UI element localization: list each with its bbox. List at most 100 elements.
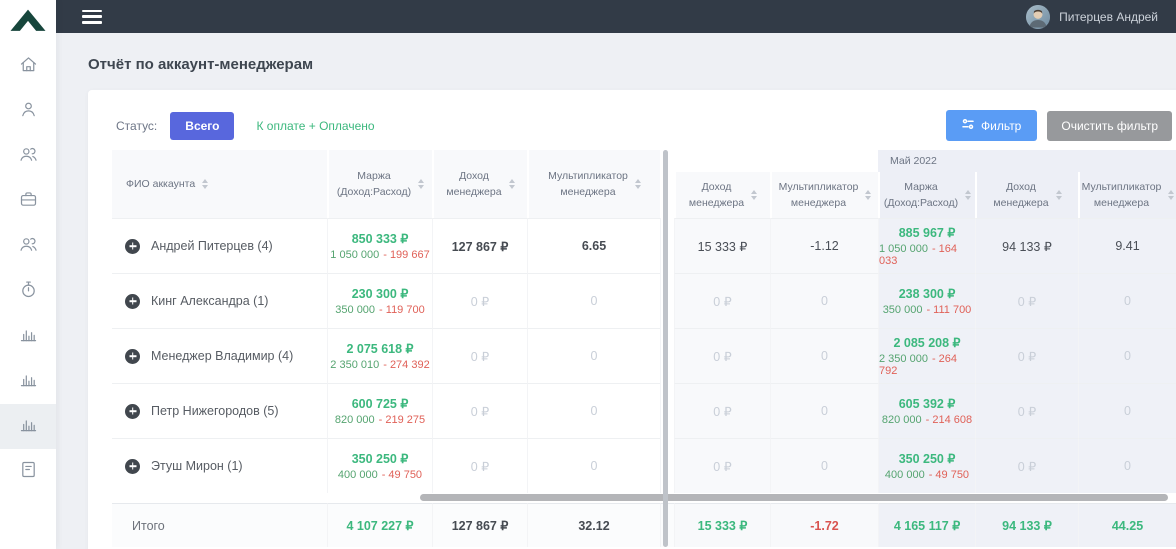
sort-icon <box>635 179 641 189</box>
may-multiplier-cell: 0 <box>1078 273 1176 328</box>
prev-multiplier-cell: 0 <box>770 328 878 383</box>
may-margin-cell: 238 300 ₽ 350 000- 111 700 <box>878 273 975 328</box>
total-margin-cell: 4 107 227 ₽ <box>327 503 432 547</box>
expand-row-button[interactable] <box>125 294 140 309</box>
sidebar-item-time-tracking[interactable] <box>0 269 56 314</box>
margin-cell: 850 333 ₽ 1 050 000- 199 667 <box>327 218 432 273</box>
column-header-may-income[interactable]: Доходменеджера <box>975 172 1078 218</box>
page-title: Отчёт по аккаунт-менеджерам <box>88 56 1176 73</box>
prev-multiplier-cell: 0 <box>770 383 878 438</box>
may-income-cell: 0 ₽ <box>975 383 1078 438</box>
table-header: ФИО аккаунта Маржа(Доход:Расход) Доходме… <box>112 150 1176 218</box>
prev-multiplier-cell: 0 <box>770 273 878 328</box>
account-name-cell: Петр Нижегородов (5) <box>112 383 327 438</box>
may-margin-cell: 2 085 208 ₽ 2 350 000- 264 792 <box>878 328 975 383</box>
sidebar-item-users[interactable] <box>0 134 56 179</box>
may-multiplier-cell: 9.41 <box>1078 218 1176 273</box>
report-table: ФИО аккаунта Маржа(Доход:Расход) Доходме… <box>112 150 1176 547</box>
column-header-fio[interactable]: ФИО аккаунта <box>112 150 327 218</box>
sidebar-item-report-2[interactable] <box>0 359 56 404</box>
bar-chart-icon <box>18 414 39 440</box>
sidebar <box>0 0 56 549</box>
expand-row-button[interactable] <box>125 404 140 419</box>
bar-chart-icon <box>18 369 39 395</box>
sort-icon <box>509 179 515 189</box>
bar-chart-icon <box>18 324 39 350</box>
margin-cell: 350 250 ₽ 400 000- 49 750 <box>327 438 432 493</box>
sort-icon <box>751 190 757 200</box>
column-header-multiplier[interactable]: Мультипликаторменеджера <box>527 150 660 218</box>
multiplier-cell: 0 <box>527 438 660 493</box>
frozen-columns-divider <box>663 150 668 547</box>
table-row: Петр Нижегородов (5) 600 725 ₽ 820 000- … <box>112 383 1176 438</box>
sidebar-item-notes[interactable] <box>0 449 56 494</box>
sidebar-item-report-managers[interactable] <box>0 404 56 449</box>
multiplier-cell: 0 <box>527 273 660 328</box>
expand-row-button[interactable] <box>125 349 140 364</box>
sort-icon <box>865 190 871 200</box>
expand-row-button[interactable] <box>125 239 140 254</box>
column-header-income[interactable]: Доходменеджера <box>432 150 527 218</box>
column-header-prev-multiplier[interactable]: Мультипликаторменеджера <box>770 172 878 218</box>
prev-income-cell: 0 ₽ <box>674 438 770 493</box>
scrollbar-thumb[interactable] <box>420 494 1168 501</box>
may-multiplier-cell: 0 <box>1078 328 1176 383</box>
prev-income-cell: 0 ₽ <box>674 273 770 328</box>
account-name-cell: Этуш Мирон (1) <box>112 438 327 493</box>
month-group-header: Май 2022 <box>878 150 1176 172</box>
income-cell: 0 ₽ <box>432 328 527 383</box>
users-icon <box>18 144 39 170</box>
prev-income-cell: 0 ₽ <box>674 328 770 383</box>
sidebar-item-report-1[interactable] <box>0 314 56 359</box>
sort-icon <box>965 190 971 200</box>
column-header-may-multiplier[interactable]: Мультипликаторменеджера <box>1078 172 1176 218</box>
user-menu[interactable]: Питерцев Андрей <box>1026 5 1158 29</box>
total-may-multiplier-cell: 44.25 <box>1078 503 1176 547</box>
multiplier-cell: 6.65 <box>527 218 660 273</box>
expand-row-button[interactable] <box>125 459 140 474</box>
logo-chevron-icon <box>8 4 48 34</box>
table-row: Этуш Мирон (1) 350 250 ₽ 400 000- 49 750… <box>112 438 1176 493</box>
report-icon <box>18 459 39 485</box>
margin-cell: 2 075 618 ₽ 2 350 010- 274 392 <box>327 328 432 383</box>
status-paid-link[interactable]: К оплате + Оплачено <box>256 119 374 133</box>
filter-button[interactable]: Фильтр <box>946 110 1037 141</box>
may-multiplier-cell: 0 <box>1078 438 1176 493</box>
income-cell: 127 867 ₽ <box>432 218 527 273</box>
table-row: Кинг Александра (1) 230 300 ₽ 350 000- 1… <box>112 273 1176 328</box>
sort-icon <box>1056 190 1062 200</box>
team-icon <box>18 234 39 260</box>
status-label: Статус: <box>116 119 157 133</box>
prev-multiplier-cell: 0 <box>770 438 878 493</box>
sidebar-item-projects[interactable] <box>0 179 56 224</box>
sidebar-item-home[interactable] <box>0 44 56 89</box>
total-income-cell: 127 867 ₽ <box>432 503 527 547</box>
total-prev-multiplier-cell: -1.72 <box>770 503 878 547</box>
sidebar-item-team[interactable] <box>0 224 56 269</box>
status-all-button[interactable]: Всего <box>170 112 234 140</box>
sidebar-nav <box>0 44 56 494</box>
column-header-prev-income[interactable]: Доходменеджера <box>674 172 770 218</box>
total-label-cell: Итого <box>112 503 327 547</box>
menu-toggle-button[interactable] <box>82 10 102 24</box>
app-logo[interactable] <box>0 0 56 44</box>
total-prev-income-cell: 15 333 ₽ <box>674 503 770 547</box>
report-card: Статус: Всего К оплате + Оплачено Фильтр… <box>88 90 1176 549</box>
may-income-cell: 0 ₽ <box>975 273 1078 328</box>
column-header-may-margin[interactable]: Маржа(Доход:Расход) <box>878 172 975 218</box>
income-cell: 0 ₽ <box>432 383 527 438</box>
multiplier-cell: 0 <box>527 383 660 438</box>
home-icon <box>18 54 39 80</box>
total-may-income-cell: 94 133 ₽ <box>975 503 1078 547</box>
column-header-margin[interactable]: Маржа(Доход:Расход) <box>327 150 432 218</box>
clear-filter-button[interactable]: Очистить фильтр <box>1047 111 1172 141</box>
user-icon <box>18 99 39 125</box>
timer-icon <box>18 279 39 305</box>
sort-icon <box>202 179 208 189</box>
income-cell: 0 ₽ <box>432 438 527 493</box>
may-income-cell: 94 133 ₽ <box>975 218 1078 273</box>
sidebar-item-profile[interactable] <box>0 89 56 134</box>
total-may-margin-cell: 4 165 117 ₽ <box>878 503 975 547</box>
sort-icon <box>418 179 424 189</box>
total-multiplier-cell: 32.12 <box>527 503 660 547</box>
